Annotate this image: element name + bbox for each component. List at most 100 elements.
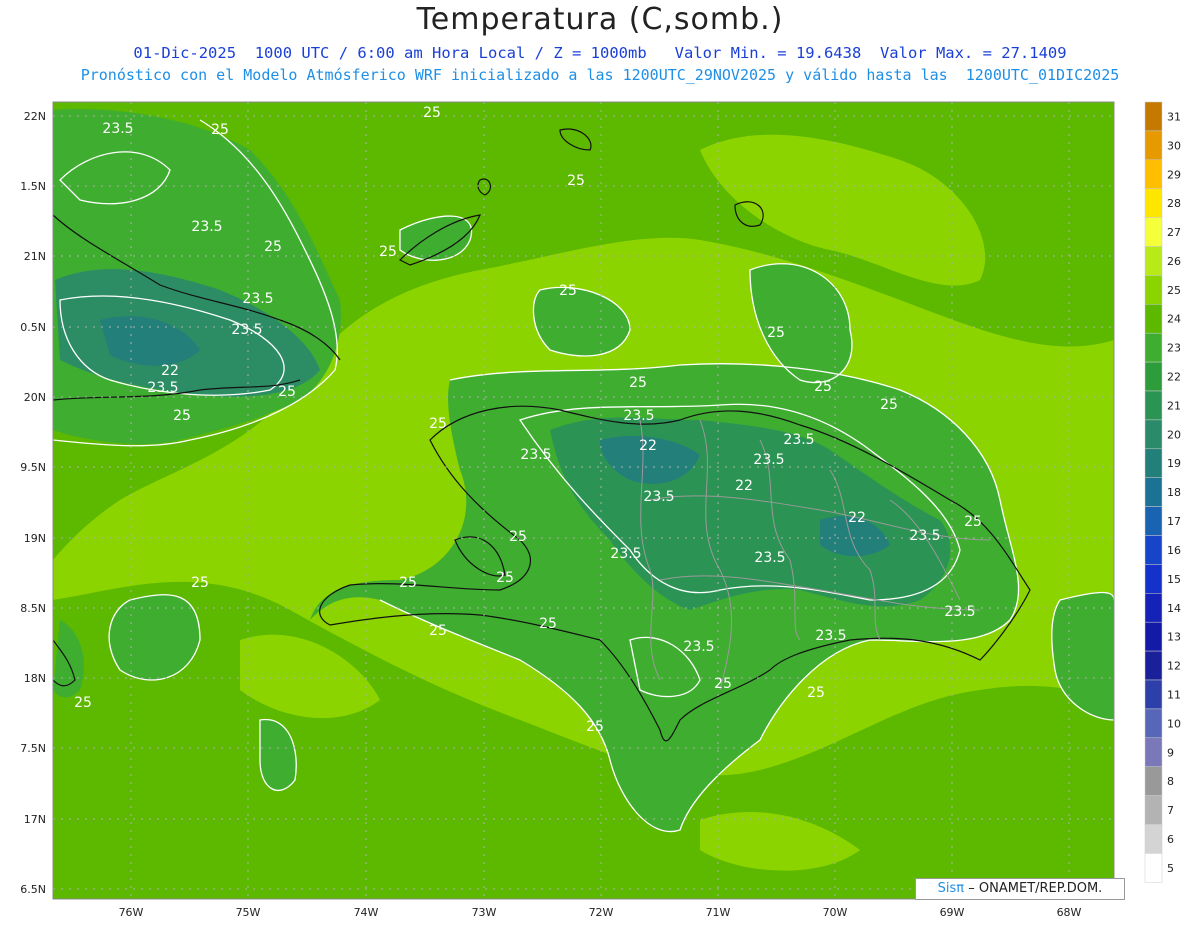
colorbar-label: 7 (1167, 804, 1174, 817)
colorbar-label: 21 (1167, 399, 1181, 412)
lat-label: 1.5N (20, 180, 46, 193)
colorbar-swatch (1144, 506, 1163, 536)
contour-label: 23.5 (623, 408, 654, 424)
colorbar-label: 15 (1167, 573, 1181, 586)
colorbar-swatch (1144, 275, 1163, 305)
map-figure: 22N 1.5N 21N 0.5N 20N 9.5N 19N 8.5N 18N … (20, 101, 1181, 919)
lon-label: 69W (940, 906, 965, 919)
latitude-axis: 22N 1.5N 21N 0.5N 20N 9.5N 19N 8.5N 18N … (20, 110, 46, 896)
contour-label: 25 (278, 384, 296, 400)
colorbar-swatch (1144, 708, 1163, 739)
contour-label: 23.5 (147, 380, 178, 396)
colorbar-swatch (1144, 390, 1163, 421)
colorbar-swatch (1144, 361, 1163, 392)
colorbar-swatch (1144, 737, 1163, 767)
colorbar-swatch (1144, 766, 1163, 796)
colorbar-label: 20 (1167, 428, 1181, 441)
contour-label: 25 (586, 719, 604, 735)
lon-label: 74W (354, 906, 379, 919)
contour-label: 22 (639, 438, 657, 454)
lat-label: 21N (24, 250, 46, 263)
colorbar-swatch (1144, 304, 1163, 334)
contour-label: 25 (264, 239, 282, 255)
contour-label: 25 (629, 375, 647, 391)
lat-label: 18N (24, 672, 46, 685)
colorbar-label: 17 (1167, 515, 1181, 528)
contour-label: 23.5 (102, 121, 133, 137)
lat-label: 6.5N (20, 883, 46, 896)
contour-label: 25 (814, 379, 832, 395)
lon-label: 76W (119, 906, 144, 919)
contour-label: 22 (848, 510, 866, 526)
contour-label: 25 (379, 244, 397, 260)
lat-label: 19N (24, 532, 46, 545)
contour-label: 25 (74, 695, 92, 711)
contour-label: 25 (173, 408, 191, 424)
colorbar-label: 11 (1167, 689, 1181, 702)
contour-label: 23.5 (610, 546, 641, 562)
colorbar-swatch (1144, 824, 1163, 854)
colorbar: 31 30 29 28 27 26 25 24 23 22 21 20 19 18 17 16 15 14 13 12… (1144, 101, 1181, 883)
colorbar-label: 13 (1167, 631, 1181, 644)
lat-label: 17N (24, 813, 46, 826)
colorbar-swatch (1144, 419, 1163, 450)
lon-label: 75W (236, 906, 261, 919)
credit-text: – ONAMET/REP.DOM. (968, 881, 1103, 896)
colorbar-label: 23 (1167, 342, 1181, 355)
contour-label: 25 (714, 676, 732, 692)
lat-label: 0.5N (20, 321, 46, 334)
colorbar-label: 29 (1167, 168, 1181, 181)
contour-label: 25 (429, 623, 447, 639)
longitude-axis: 76W 75W 74W 73W 72W 71W 70W 69W 68W (119, 906, 1082, 919)
contour-label: 23.5 (643, 489, 674, 505)
contour-label: 25 (429, 416, 447, 432)
lat-label: 22N (24, 110, 46, 123)
contour-label: 22 (161, 363, 179, 379)
colorbar-swatch (1144, 101, 1163, 132)
colorbar-swatch (1144, 621, 1163, 652)
lon-label: 71W (706, 906, 731, 919)
contour-label: 23.5 (909, 528, 940, 544)
contour-label: 25 (539, 616, 557, 632)
contour-label: 23.5 (231, 322, 262, 338)
colorbar-swatch (1144, 679, 1163, 710)
colorbar-label: 25 (1167, 284, 1181, 297)
colorbar-label: 16 (1167, 544, 1181, 557)
colorbar-swatch (1144, 564, 1163, 594)
contour-label: 25 (211, 122, 229, 138)
contour-label: 23.5 (783, 432, 814, 448)
contour-label: 23.5 (944, 604, 975, 620)
contour-label: 23.5 (754, 550, 785, 566)
colorbar-label: 26 (1167, 255, 1181, 268)
colorbar-label: 30 (1167, 139, 1181, 152)
colorbar-label: 28 (1167, 197, 1181, 210)
colorbar-swatch (1144, 448, 1163, 478)
colorbar-label: 9 (1167, 746, 1174, 759)
colorbar-swatch (1144, 535, 1163, 565)
colorbar-swatch (1144, 217, 1163, 247)
contour-label: 25 (191, 575, 209, 591)
colorbar-label: 10 (1167, 717, 1181, 730)
contour-label: 25 (880, 397, 898, 413)
contour-label: 23.5 (191, 219, 222, 235)
contour-label: 25 (807, 685, 825, 701)
colorbar-label: 24 (1167, 313, 1181, 326)
lat-label: 9.5N (20, 461, 46, 474)
colorbar-label: 31 (1167, 111, 1181, 124)
colorbar-label: 27 (1167, 226, 1181, 239)
lon-label: 72W (589, 906, 614, 919)
contour-label: 25 (559, 283, 577, 299)
colorbar-label: 14 (1167, 602, 1181, 615)
colorbar-swatch (1144, 477, 1163, 507)
colorbar-label: 5 (1167, 862, 1174, 875)
contour-label: 23.5 (815, 628, 846, 644)
contour-label: 23.5 (242, 291, 273, 307)
contour-label: 23.5 (683, 639, 714, 655)
sispi-logo: Sisπ (937, 881, 965, 896)
colorbar-swatch (1144, 130, 1163, 161)
colorbar-swatch (1144, 188, 1163, 218)
colorbar-swatch (1144, 593, 1163, 623)
colorbar-swatch (1144, 246, 1163, 276)
contour-label: 23.5 (520, 447, 551, 463)
contour-label: 22 (735, 478, 753, 494)
